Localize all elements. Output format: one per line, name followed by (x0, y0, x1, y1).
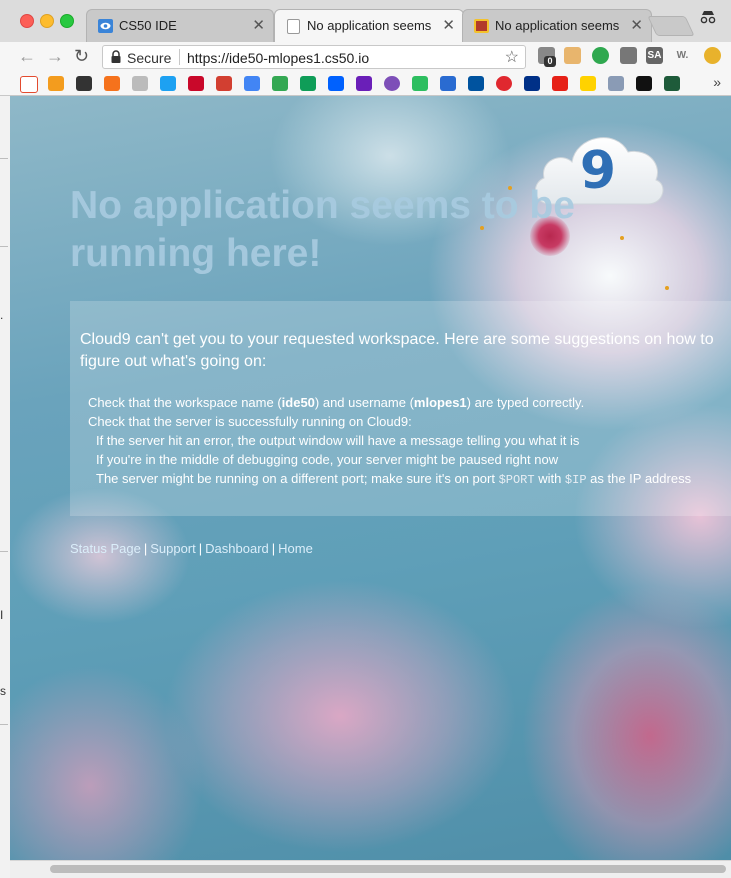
edge-mark (0, 246, 8, 247)
extension-alert-icon[interactable] (704, 47, 721, 64)
link-separator: | (143, 541, 148, 556)
intro-text: Cloud9 can't get you to your requested w… (80, 331, 714, 370)
tab-no-application-2[interactable]: No application seems to ✕ (462, 9, 652, 42)
link-separator: | (271, 541, 276, 556)
evernote-icon[interactable] (412, 76, 428, 91)
close-tab-icon[interactable]: ✕ (630, 16, 643, 34)
dropbox-icon[interactable] (328, 76, 344, 91)
home-link[interactable]: Home (278, 541, 313, 556)
suggestion-workspace: Check that the workspace name (ide50) an… (88, 395, 585, 410)
twitter-icon[interactable] (160, 76, 176, 91)
edge-mark (0, 724, 8, 725)
youtube-icon[interactable] (552, 76, 568, 91)
info-panel: Cloud9 can't get you to your requested w… (70, 301, 731, 516)
extension-chat-icon[interactable] (620, 47, 637, 64)
edge-glyph: . (0, 308, 4, 322)
edge-glyph: s (0, 684, 6, 698)
horizontal-scrollbar[interactable] (10, 860, 731, 878)
workspace-name: ide50 (281, 395, 315, 410)
favicon-icon (474, 19, 489, 33)
j-icon[interactable] (356, 76, 372, 91)
td-icon[interactable] (608, 76, 624, 91)
tab-cs50-ide[interactable]: CS50 IDE ✕ (86, 9, 274, 42)
bookmarks-bar: » (0, 72, 731, 96)
tab-no-application[interactable]: No application seems to ✕ (274, 9, 464, 42)
zoom-window-button[interactable] (60, 14, 74, 28)
secure-label: Secure (127, 50, 172, 66)
extension-face-icon[interactable] (564, 47, 581, 64)
incognito-icon (699, 10, 717, 29)
suggestion-port: The server might be running on a differe… (96, 471, 692, 487)
footer-links: Status Page | Support | Dashboard | Home (70, 541, 313, 556)
drive-icon[interactable] (300, 76, 316, 91)
peace-icon[interactable] (384, 76, 400, 91)
soundcloud-icon[interactable] (104, 76, 120, 91)
tab-title: CS50 IDE (119, 18, 177, 33)
bar-chart-icon[interactable] (132, 76, 148, 91)
close-tab-icon[interactable]: ✕ (442, 16, 455, 34)
grid-icon[interactable] (440, 76, 456, 91)
extension-green-icon[interactable] (592, 47, 609, 64)
paypal-icon[interactable] (524, 76, 540, 91)
citi-icon[interactable] (468, 76, 484, 91)
bag-icon[interactable] (76, 76, 92, 91)
suggestion-error: If the server hit an error, the output w… (96, 433, 580, 448)
suggestion-debugging: If you're in the middle of debugging cod… (96, 452, 559, 467)
bookmark-star-icon[interactable]: ☆ (505, 47, 519, 67)
new-tab-button[interactable] (647, 16, 695, 36)
tab-strip: CS50 IDE ✕ No application seems to ✕ No … (0, 0, 731, 42)
tab-title: No application seems to (307, 18, 435, 33)
extension-badge: 0 (544, 56, 556, 67)
extension-sa-icon[interactable]: SA (646, 47, 663, 64)
minimize-window-button[interactable] (40, 14, 54, 28)
terminal-icon[interactable] (664, 76, 680, 91)
red-circle-icon[interactable] (496, 76, 512, 91)
back-arrow-icon[interactable]: ← (18, 46, 36, 67)
reddit-icon[interactable] (20, 76, 38, 93)
edge-mark (0, 551, 8, 552)
username: mlopes1 (413, 395, 467, 410)
tab-title: No application seems to (495, 18, 623, 33)
page-viewport: 9 No application seems to be running her… (10, 96, 731, 860)
suggestion-server: Check that the server is successfully ru… (88, 414, 412, 429)
cs50-ide-icon (98, 19, 113, 33)
address-bar[interactable]: Secure https://ide50-mlopes1.cs50.io ☆ (102, 45, 526, 69)
scrollbar-thumb[interactable] (50, 865, 726, 873)
forward-arrow-icon[interactable]: → (46, 46, 64, 67)
url-separator (179, 49, 180, 65)
amazon-icon[interactable] (48, 76, 64, 91)
close-tab-icon[interactable]: ✕ (252, 16, 265, 34)
port-variable: $PORT (498, 473, 535, 487)
page-headline: No application seems to be running here! (70, 184, 575, 275)
status-page-link[interactable]: Status Page (70, 541, 141, 556)
triangle-icon[interactable] (580, 76, 596, 91)
nba-icon[interactable] (188, 76, 204, 91)
edge-mark (0, 158, 8, 159)
more-bookmarks-icon[interactable]: » (713, 74, 721, 90)
browser-toolbar: ← → ↻ Secure https://ide50-mlopes1.cs50.… (0, 42, 731, 72)
edge-glyph: I (0, 608, 4, 622)
link-separator: | (198, 541, 203, 556)
extension-w-icon[interactable]: W. (674, 47, 691, 64)
docs-icon[interactable] (244, 76, 260, 91)
hd-icon[interactable] (636, 76, 652, 91)
suggestions-list: Check that the workspace name (ide50) an… (88, 393, 728, 490)
reload-icon[interactable]: ↻ (74, 46, 89, 67)
lock-icon (111, 50, 121, 63)
dashboard-link[interactable]: Dashboard (205, 541, 269, 556)
gmail-icon[interactable] (216, 76, 232, 91)
url-text[interactable]: https://ide50-mlopes1.cs50.io (187, 50, 369, 66)
maps-icon[interactable] (272, 76, 288, 91)
stamen (665, 286, 669, 290)
page-icon (287, 19, 300, 34)
ip-variable: $IP (564, 473, 587, 487)
close-window-button[interactable] (20, 14, 34, 28)
support-link[interactable]: Support (150, 541, 196, 556)
